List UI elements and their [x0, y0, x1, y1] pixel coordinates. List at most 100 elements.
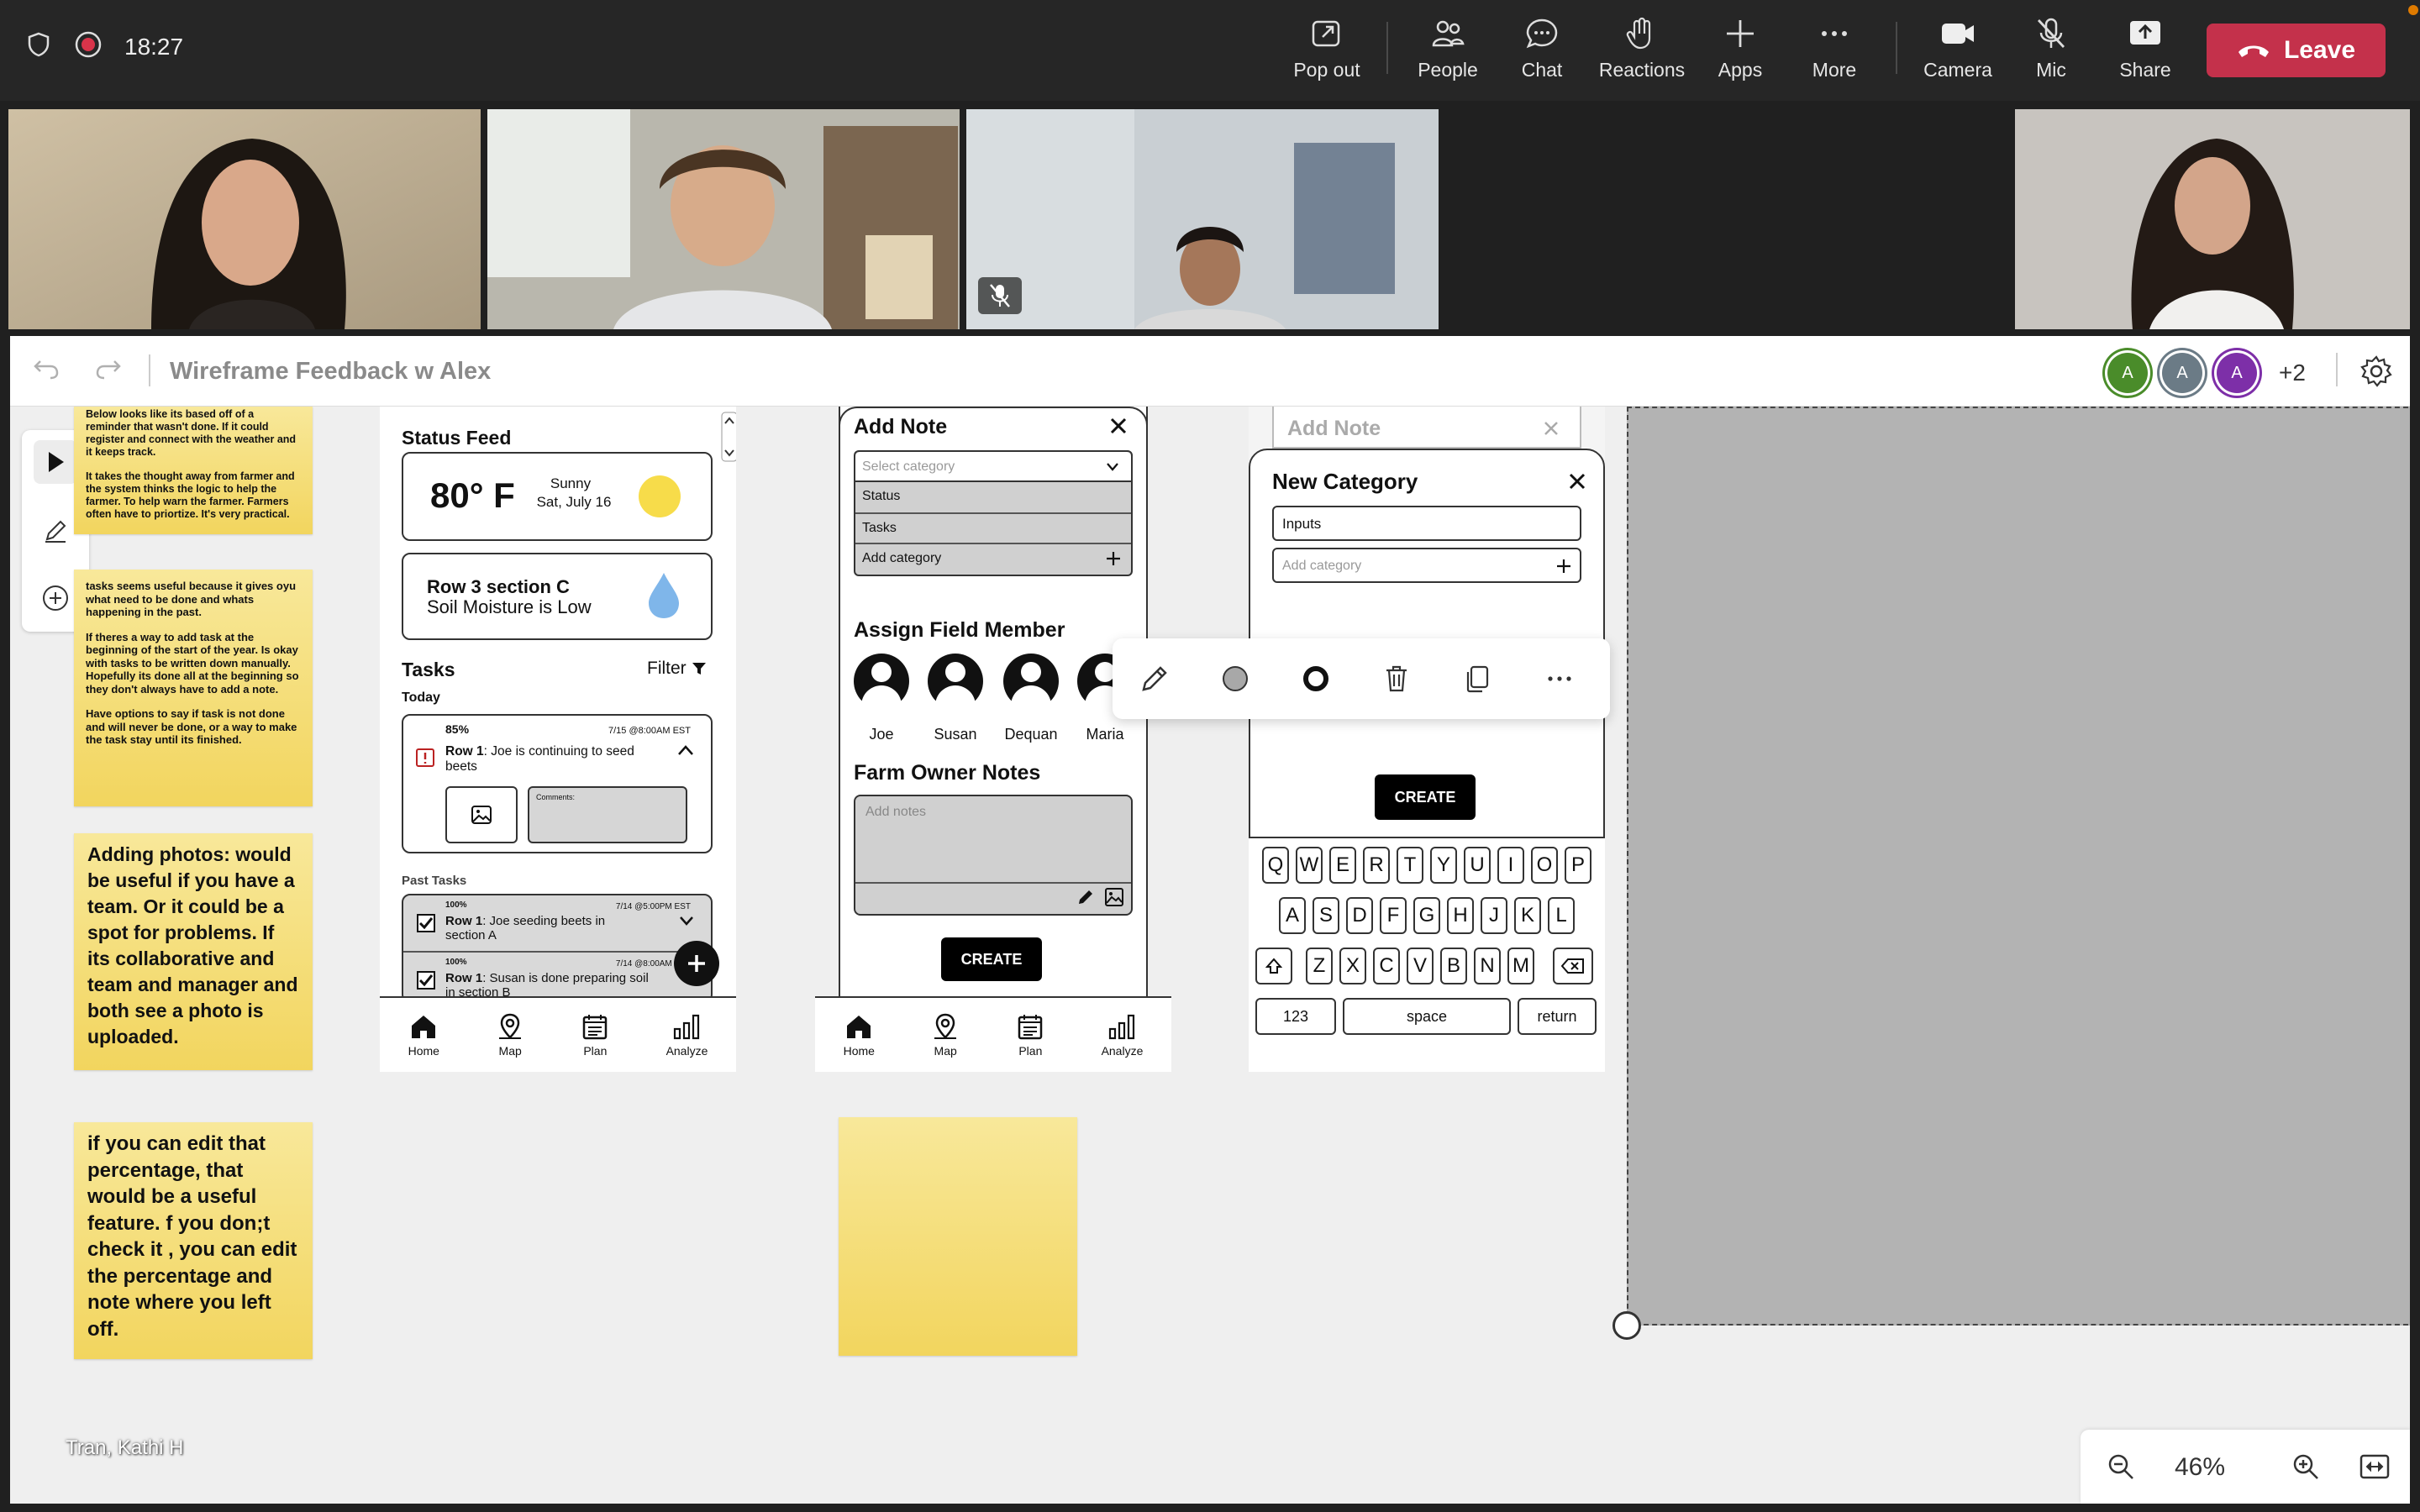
- collaborator-avatar[interactable]: A: [2107, 353, 2148, 393]
- key[interactable]: N: [1474, 948, 1501, 984]
- key[interactable]: X: [1339, 948, 1366, 984]
- option-add-category[interactable]: Add category: [862, 551, 941, 566]
- gear-icon[interactable]: [2360, 354, 2393, 392]
- reactions-button[interactable]: Reactions: [1595, 15, 1689, 91]
- avatar[interactable]: [928, 654, 983, 719]
- scroll-arrows[interactable]: [721, 412, 736, 466]
- pen-tool-icon[interactable]: [34, 509, 77, 553]
- shift-key[interactable]: [1255, 948, 1292, 984]
- selected-shape[interactable]: [1627, 407, 2410, 1326]
- plus-icon[interactable]: [1556, 559, 1571, 574]
- resize-handle[interactable]: [1612, 1311, 1641, 1340]
- more-icon[interactable]: [1539, 659, 1580, 699]
- nav-map[interactable]: Map: [931, 1012, 960, 1058]
- whiteboard[interactable]: Wireframe Feedback w Alex A A A +2 Below…: [10, 336, 2410, 1504]
- select-tool-icon[interactable]: [34, 440, 77, 484]
- key[interactable]: I: [1497, 847, 1524, 884]
- key[interactable]: Q: [1262, 847, 1289, 884]
- weather-card[interactable]: 80° F Sunny Sat, July 16: [402, 452, 713, 541]
- comments-field[interactable]: Comments:: [528, 786, 687, 843]
- mic-button[interactable]: Mic: [2005, 15, 2097, 91]
- key[interactable]: Y: [1430, 847, 1457, 884]
- past-tasks-list[interactable]: 100% 7/14 @5:00PM EST Row 1: Joe seeding…: [402, 894, 713, 1003]
- sticky-note[interactable]: Below looks like its based off of a remi…: [74, 407, 313, 534]
- people-button[interactable]: People: [1402, 15, 1494, 91]
- category-input[interactable]: Inputs: [1272, 506, 1581, 541]
- wireframe-new-category[interactable]: Add Note New Category Inputs Add categor…: [1249, 407, 1605, 1072]
- pencil-icon[interactable]: [1134, 659, 1175, 699]
- chat-button[interactable]: Chat: [1496, 15, 1588, 91]
- wireframe-status-feed[interactable]: Status Feed 80° F Sunny Sat, July 16 Row…: [380, 407, 736, 1072]
- key[interactable]: G: [1413, 897, 1440, 934]
- zoom-in-icon[interactable]: [2291, 1452, 2321, 1486]
- backspace-key[interactable]: [1553, 948, 1593, 984]
- create-button[interactable]: CREATE: [1375, 774, 1476, 820]
- sticky-note-empty[interactable]: [839, 1117, 1077, 1356]
- chevron-up-icon[interactable]: [677, 744, 694, 756]
- nav-home[interactable]: Home: [844, 1012, 875, 1058]
- checkbox-checked-icon[interactable]: [417, 914, 435, 932]
- nav-plan[interactable]: Plan: [581, 1012, 609, 1058]
- key[interactable]: D: [1346, 897, 1373, 934]
- nav-analyze[interactable]: Analyze: [666, 1012, 708, 1058]
- share-button[interactable]: Share: [2099, 15, 2191, 91]
- nav-analyze[interactable]: Analyze: [1102, 1012, 1143, 1058]
- key[interactable]: P: [1565, 847, 1591, 884]
- chevron-down-icon[interactable]: [1106, 462, 1119, 472]
- sticky-note[interactable]: Adding photos: would be useful if you ha…: [74, 833, 313, 1070]
- key[interactable]: B: [1440, 948, 1467, 984]
- undo-icon[interactable]: [32, 354, 60, 391]
- key[interactable]: W: [1296, 847, 1323, 884]
- filter-button[interactable]: Filter: [647, 659, 707, 679]
- key[interactable]: E: [1329, 847, 1356, 884]
- close-icon[interactable]: [1109, 417, 1128, 435]
- task-progress[interactable]: 85%: [445, 722, 469, 736]
- zoom-out-icon[interactable]: [2106, 1452, 2136, 1486]
- key[interactable]: F: [1380, 897, 1407, 934]
- sticky-note[interactable]: if you can edit that percentage, that wo…: [74, 1122, 313, 1359]
- plus-icon[interactable]: [1106, 551, 1121, 566]
- avatar[interactable]: [1003, 654, 1059, 719]
- image-icon[interactable]: [1104, 887, 1124, 907]
- option-tasks[interactable]: Tasks: [862, 521, 897, 536]
- key[interactable]: C: [1373, 948, 1400, 984]
- nav-plan[interactable]: Plan: [1016, 1012, 1044, 1058]
- close-icon[interactable]: [1568, 472, 1586, 491]
- key[interactable]: A: [1279, 897, 1306, 934]
- nav-home[interactable]: Home: [408, 1012, 439, 1058]
- participant-video-2[interactable]: [487, 109, 960, 329]
- add-task-button[interactable]: [674, 941, 719, 986]
- key[interactable]: M: [1507, 948, 1534, 984]
- add-photo-button[interactable]: [445, 786, 518, 843]
- pencil-icon[interactable]: [1077, 889, 1094, 906]
- add-circle-icon[interactable]: [34, 576, 77, 620]
- category-select[interactable]: Select category Status Tasks Add categor…: [854, 450, 1133, 576]
- chevron-down-icon[interactable]: [679, 916, 694, 926]
- key[interactable]: T: [1397, 847, 1423, 884]
- key[interactable]: V: [1407, 948, 1434, 984]
- more-button[interactable]: More: [1788, 15, 1881, 91]
- fill-color-icon[interactable]: [1215, 659, 1255, 699]
- key[interactable]: J: [1481, 897, 1507, 934]
- key[interactable]: O: [1531, 847, 1558, 884]
- key[interactable]: U: [1464, 847, 1491, 884]
- task-card[interactable]: 85% 7/15 @8:00AM EST Row 1: Joe is conti…: [402, 714, 713, 853]
- wireframe-add-note[interactable]: Add Note Select category Status Tasks Ad…: [815, 407, 1171, 1072]
- camera-button[interactable]: Camera: [1911, 15, 2005, 91]
- fit-to-screen-icon[interactable]: [2360, 1453, 2390, 1484]
- redo-icon[interactable]: [94, 354, 123, 391]
- create-button[interactable]: CREATE: [941, 937, 1042, 981]
- avatar[interactable]: [854, 654, 909, 719]
- checkbox-checked-icon[interactable]: [417, 971, 435, 990]
- pop-out-button[interactable]: Pop out: [1281, 15, 1373, 91]
- key[interactable]: K: [1514, 897, 1541, 934]
- copy-icon[interactable]: [1457, 659, 1497, 699]
- option-status[interactable]: Status: [862, 489, 900, 504]
- notes-textarea[interactable]: Add notes: [854, 795, 1133, 916]
- stroke-color-icon[interactable]: [1296, 659, 1336, 699]
- participant-video-1[interactable]: [8, 109, 481, 329]
- space-key[interactable]: space: [1343, 998, 1511, 1035]
- nav-map[interactable]: Map: [496, 1012, 524, 1058]
- sticky-note[interactable]: tasks seems useful because it gives oyu …: [74, 570, 313, 806]
- key[interactable]: R: [1363, 847, 1390, 884]
